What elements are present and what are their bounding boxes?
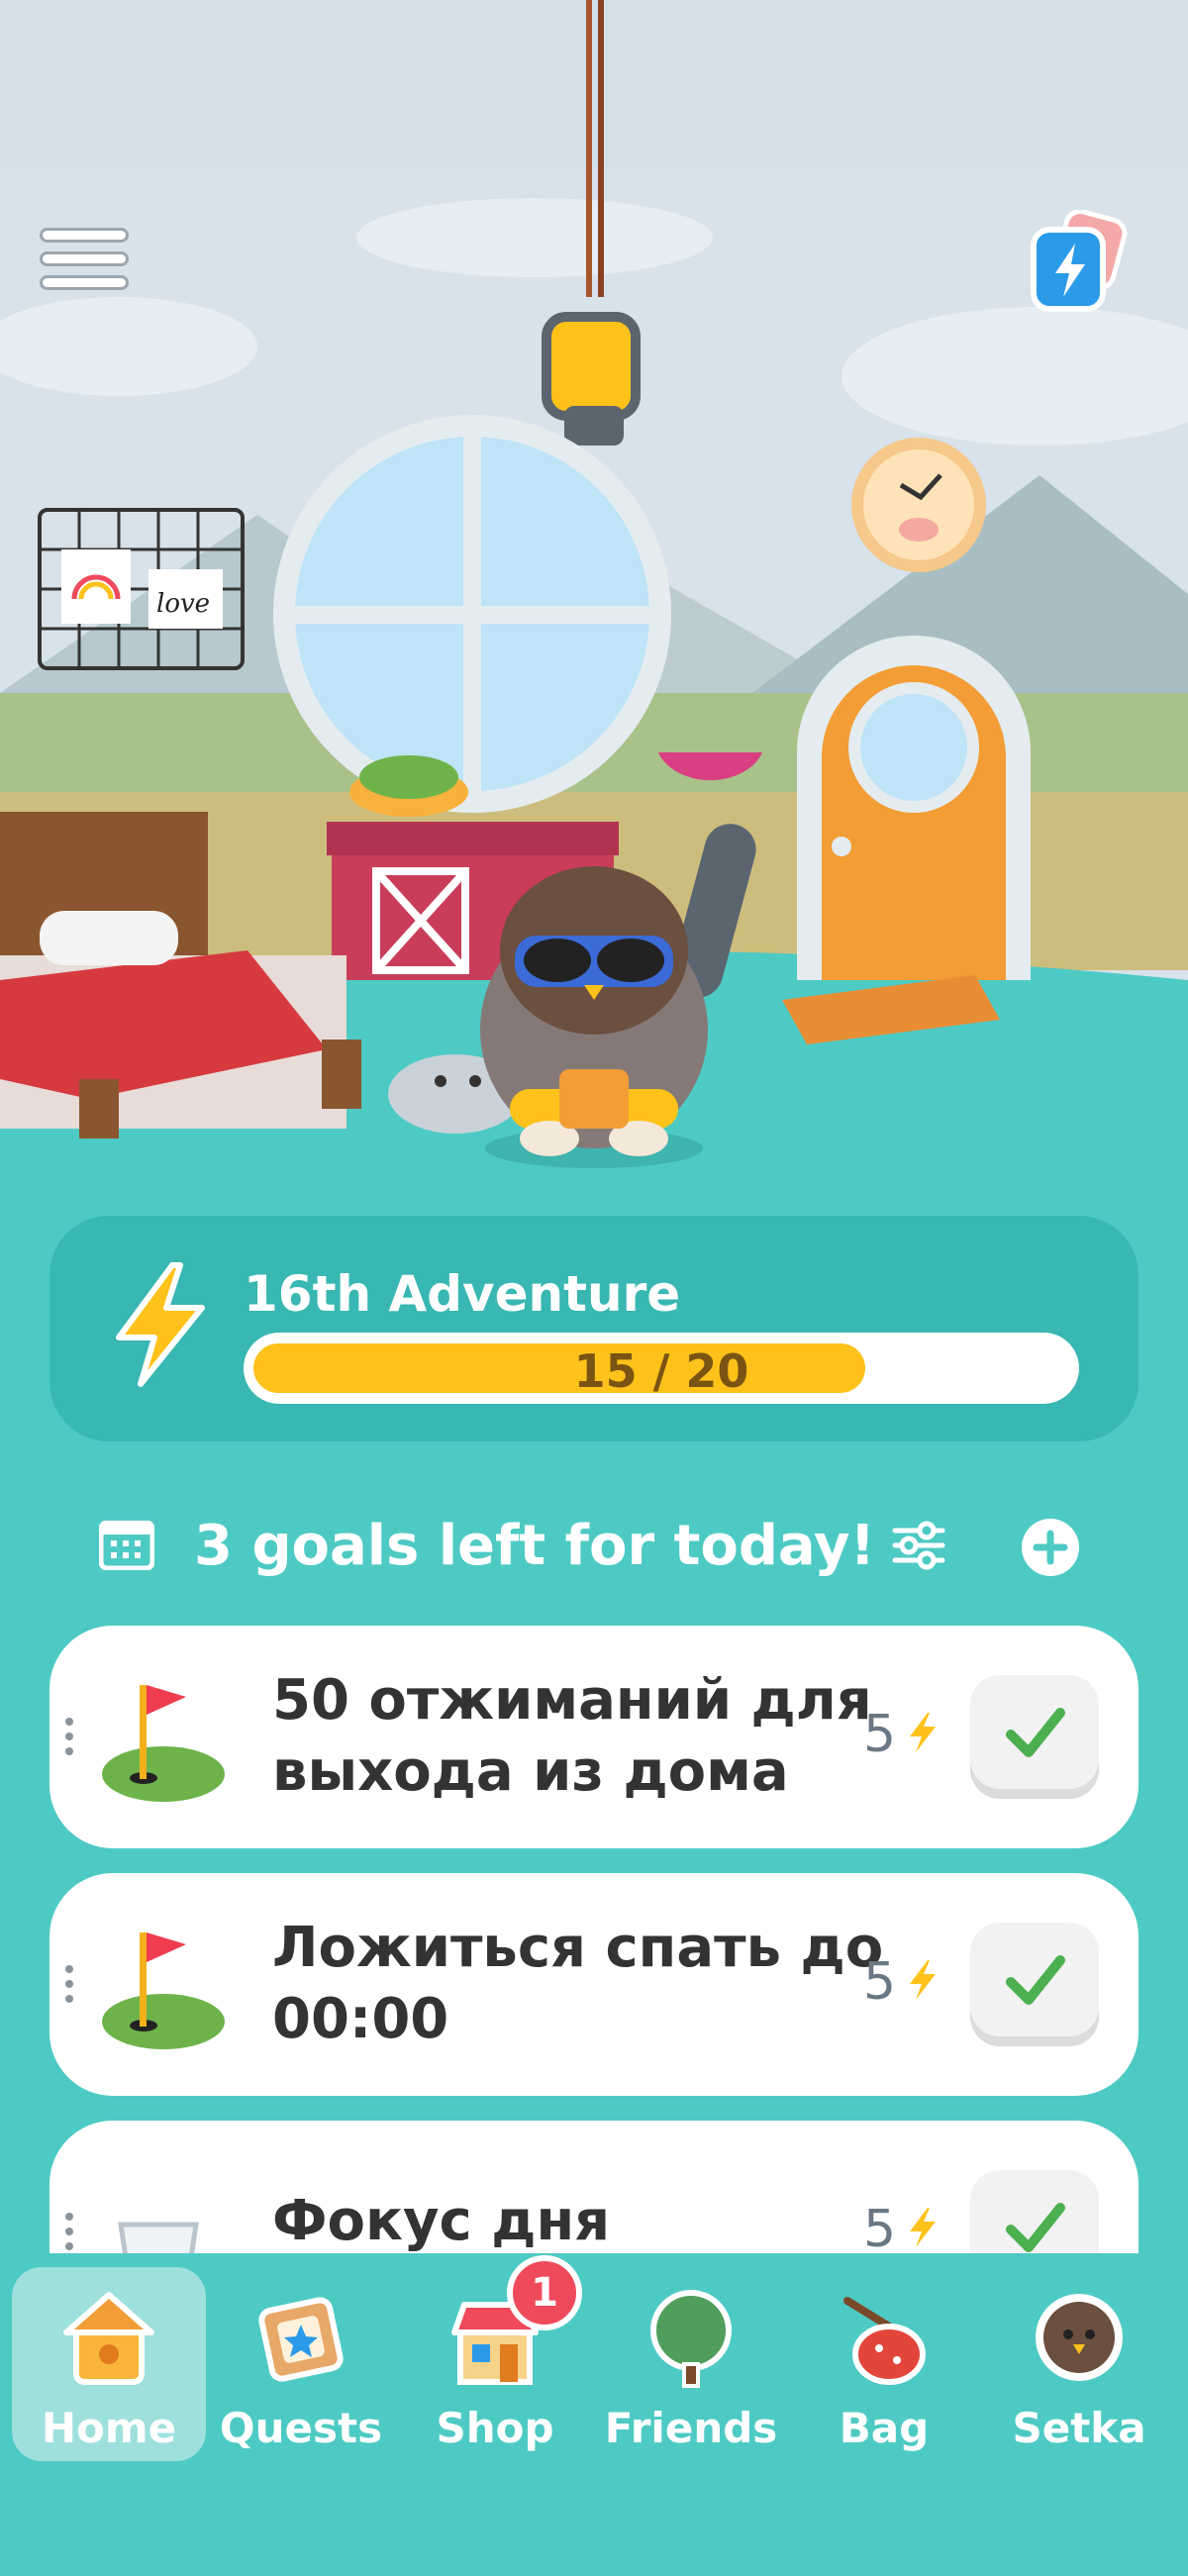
goal-text: Фокус дня (272, 2189, 611, 2253)
checkmark-icon (1006, 2203, 1065, 2252)
complete-goal-button[interactable] (970, 1675, 1099, 1799)
lightning-icon (910, 2208, 936, 2247)
house-icon (63, 2292, 154, 2385)
filter-sliders-icon[interactable] (891, 1521, 946, 1570)
goals-left-title: 3 goals left for today! (194, 1514, 876, 1578)
menu-bar (40, 275, 129, 290)
tab-setka[interactable]: Setka (982, 2267, 1176, 2461)
checkmark-icon (1006, 1955, 1065, 2005)
tab-label: Shop (436, 2404, 554, 2452)
goal-text: 50 отжиманий для выхода из дома (272, 1668, 872, 1804)
goals-header: 3 goals left for today! (99, 1515, 1089, 1578)
bottom-tab-bar: Home Quests Shop Friends Bag Setka (0, 2253, 1188, 2576)
goal-points: 5 (863, 1952, 897, 2012)
drag-handle-icon[interactable] (63, 2212, 75, 2251)
energy-cards-button[interactable] (1026, 209, 1135, 319)
tab-label: Setka (1012, 2404, 1146, 2452)
drag-handle-icon[interactable] (63, 1717, 75, 1756)
menu-bar (40, 251, 129, 266)
tree-icon (650, 2290, 732, 2388)
adventure-progress-text: 15 / 20 (573, 1344, 749, 1398)
menu-button[interactable] (40, 228, 129, 297)
goal-points: 5 (863, 2200, 897, 2259)
tab-label: Home (41, 2404, 177, 2452)
checkmark-icon (1006, 1708, 1065, 1757)
room-illustration: love (0, 0, 1188, 1218)
adventure-title: 16th Adventure (244, 1265, 681, 1323)
tab-friends[interactable]: Friends (594, 2267, 788, 2461)
lightning-icon (116, 1262, 205, 1387)
adventure-progress-card[interactable]: 16th Adventure 15 / 20 (50, 1216, 1138, 1441)
bag-icon (843, 2297, 926, 2385)
flag-icon (102, 1685, 225, 1802)
flag-icon (102, 1932, 225, 2049)
tab-label: Bag (839, 2404, 930, 2452)
add-goal-icon[interactable] (1020, 1517, 1081, 1578)
tab-quests[interactable]: Quests (204, 2267, 398, 2461)
shop-notification-badge: 1 (507, 2255, 582, 2330)
goal-points: 5 (863, 1705, 897, 1764)
adventure-progress-bar: 15 / 20 (244, 1333, 1079, 1404)
tab-label: Friends (604, 2404, 778, 2452)
complete-goal-button[interactable] (970, 1923, 1099, 2046)
goal-card[interactable]: 50 отжиманий для выхода из дома 5 (50, 1626, 1138, 1848)
bird-avatar-icon (1036, 2294, 1123, 2381)
tab-bag[interactable]: Bag (787, 2267, 981, 2461)
goal-text: Ложиться спать до 00:00 (272, 1916, 884, 2051)
lightning-icon (910, 1713, 936, 1752)
calendar-icon[interactable] (99, 1521, 154, 1570)
menu-bar (40, 228, 129, 243)
picture-love-text: love (156, 589, 210, 619)
tab-home[interactable]: Home (12, 2267, 206, 2461)
drag-handle-icon[interactable] (63, 1964, 75, 2004)
goal-card[interactable]: Ложиться спать до 00:00 5 (50, 1873, 1138, 2096)
room-scene: love (0, 0, 1188, 1218)
tab-label: Quests (219, 2404, 383, 2452)
lightning-icon (910, 1960, 936, 2000)
energy-card-icon (1031, 209, 1128, 312)
quests-icon (258, 2297, 344, 2382)
